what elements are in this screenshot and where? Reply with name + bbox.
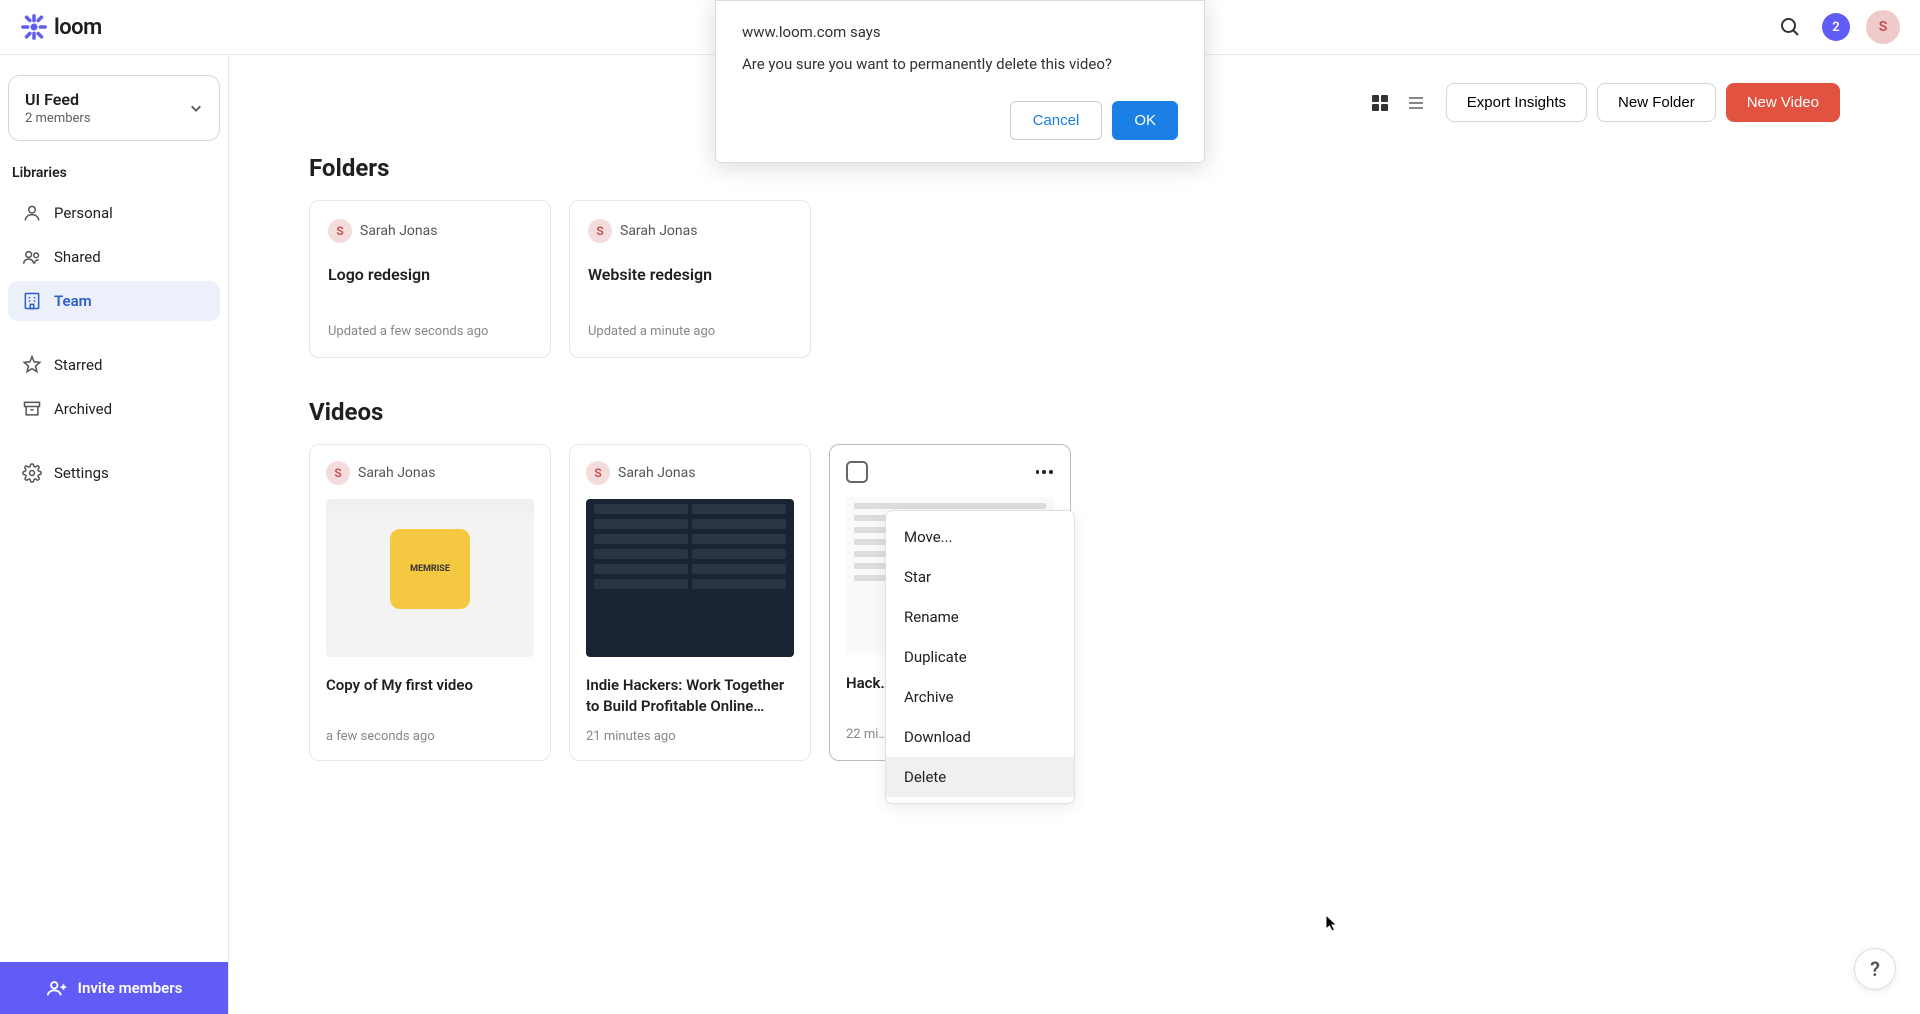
menu-duplicate[interactable]: Duplicate (886, 637, 1074, 677)
context-menu: Move... Star Rename Duplicate Archive Do… (885, 510, 1075, 804)
invite-label: Invite members (78, 979, 183, 997)
people-icon (22, 247, 42, 267)
author-name: Sarah Jonas (358, 465, 435, 481)
building-icon (22, 291, 42, 311)
nav-label: Personal (54, 204, 113, 222)
workspace-name: UI Feed (25, 90, 189, 109)
menu-star[interactable]: Star (886, 557, 1074, 597)
video-thumbnail (586, 499, 794, 657)
chevron-down-icon (189, 101, 203, 115)
menu-download[interactable]: Download (886, 717, 1074, 757)
dialog-ok-button[interactable]: OK (1112, 101, 1178, 140)
nav-label: Archived (54, 400, 112, 418)
author-name: Sarah Jonas (360, 223, 437, 239)
grid-view-icon[interactable] (1370, 93, 1390, 113)
video-title: Copy of My first video (326, 675, 534, 717)
workspace-selector[interactable]: UI Feed 2 members (8, 75, 220, 141)
nav-label: Settings (54, 464, 109, 482)
video-time: 21 minutes ago (586, 729, 794, 744)
avatar-initial: S (586, 461, 610, 485)
avatar-initial: S (588, 219, 612, 243)
nav-label: Starred (54, 356, 102, 374)
folder-time: Updated a minute ago (588, 324, 792, 339)
folder-card[interactable]: S Sarah Jonas Website redesign Updated a… (569, 200, 811, 358)
help-button[interactable]: ? (1854, 948, 1896, 990)
videos-grid: S Sarah Jonas MEMRISE Copy of My first v… (309, 444, 1840, 761)
brand-logo[interactable]: loom (20, 13, 102, 41)
list-view-icon[interactable] (1406, 93, 1426, 113)
confirm-dialog: www.loom.com says Are you sure you want … (715, 0, 1205, 163)
video-time: a few seconds ago (326, 729, 534, 744)
main-content: Export Insights New Folder New Video Fol… (229, 55, 1920, 1014)
view-toggle (1370, 93, 1426, 113)
sidebar-item-archived[interactable]: Archived (8, 389, 220, 429)
new-video-button[interactable]: New Video (1726, 83, 1840, 122)
sidebar-item-shared[interactable]: Shared (8, 237, 220, 277)
sidebar: UI Feed 2 members Libraries Personal Sha… (0, 55, 229, 1014)
videos-heading: Videos (309, 398, 1840, 426)
folder-title: Website redesign (588, 265, 792, 284)
author-name: Sarah Jonas (618, 465, 695, 481)
sidebar-item-settings[interactable]: Settings (8, 453, 220, 493)
dialog-source: www.loom.com says (742, 23, 1178, 41)
author-name: Sarah Jonas (620, 223, 697, 239)
menu-rename[interactable]: Rename (886, 597, 1074, 637)
user-avatar[interactable]: S (1866, 10, 1900, 44)
new-folder-button[interactable]: New Folder (1597, 83, 1716, 122)
cursor-icon (1325, 914, 1339, 932)
invite-members-button[interactable]: Invite members (0, 962, 228, 1014)
video-title: Indie Hackers: Work Together to Build Pr… (586, 675, 794, 717)
archive-icon (22, 399, 42, 419)
folder-title: Logo redesign (328, 265, 532, 284)
sidebar-item-personal[interactable]: Personal (8, 193, 220, 233)
invite-icon (46, 977, 68, 999)
avatar-initial: S (328, 219, 352, 243)
sidebar-item-team[interactable]: Team (8, 281, 220, 321)
avatar-initial: S (326, 461, 350, 485)
brand-name: loom (54, 15, 102, 40)
select-checkbox[interactable] (846, 461, 868, 483)
workspace-members: 2 members (25, 111, 189, 126)
video-card[interactable]: S Sarah Jonas Indie Hackers: Work Togeth… (569, 444, 811, 761)
more-options-button[interactable] (1034, 462, 1054, 482)
menu-delete[interactable]: Delete (886, 757, 1074, 797)
star-icon (22, 355, 42, 375)
export-insights-button[interactable]: Export Insights (1446, 83, 1587, 122)
gear-icon (22, 463, 42, 483)
video-card[interactable]: Hack… 22 mi… Move... Star Rename Duplica… (829, 444, 1071, 761)
search-icon[interactable] (1778, 15, 1802, 39)
menu-archive[interactable]: Archive (886, 677, 1074, 717)
person-icon (22, 203, 42, 223)
dialog-cancel-button[interactable]: Cancel (1010, 101, 1103, 140)
folder-time: Updated a few seconds ago (328, 324, 532, 339)
loom-icon (20, 13, 48, 41)
folder-card[interactable]: S Sarah Jonas Logo redesign Updated a fe… (309, 200, 551, 358)
notification-badge[interactable]: 2 (1822, 13, 1850, 41)
sidebar-item-starred[interactable]: Starred (8, 345, 220, 385)
nav-label: Team (54, 292, 92, 310)
folders-grid: S Sarah Jonas Logo redesign Updated a fe… (309, 200, 1840, 358)
dialog-message: Are you sure you want to permanently del… (742, 55, 1178, 73)
video-thumbnail: MEMRISE (326, 499, 534, 657)
video-card[interactable]: S Sarah Jonas MEMRISE Copy of My first v… (309, 444, 551, 761)
menu-move[interactable]: Move... (886, 517, 1074, 557)
libraries-label: Libraries (0, 165, 228, 191)
nav-label: Shared (54, 248, 101, 266)
